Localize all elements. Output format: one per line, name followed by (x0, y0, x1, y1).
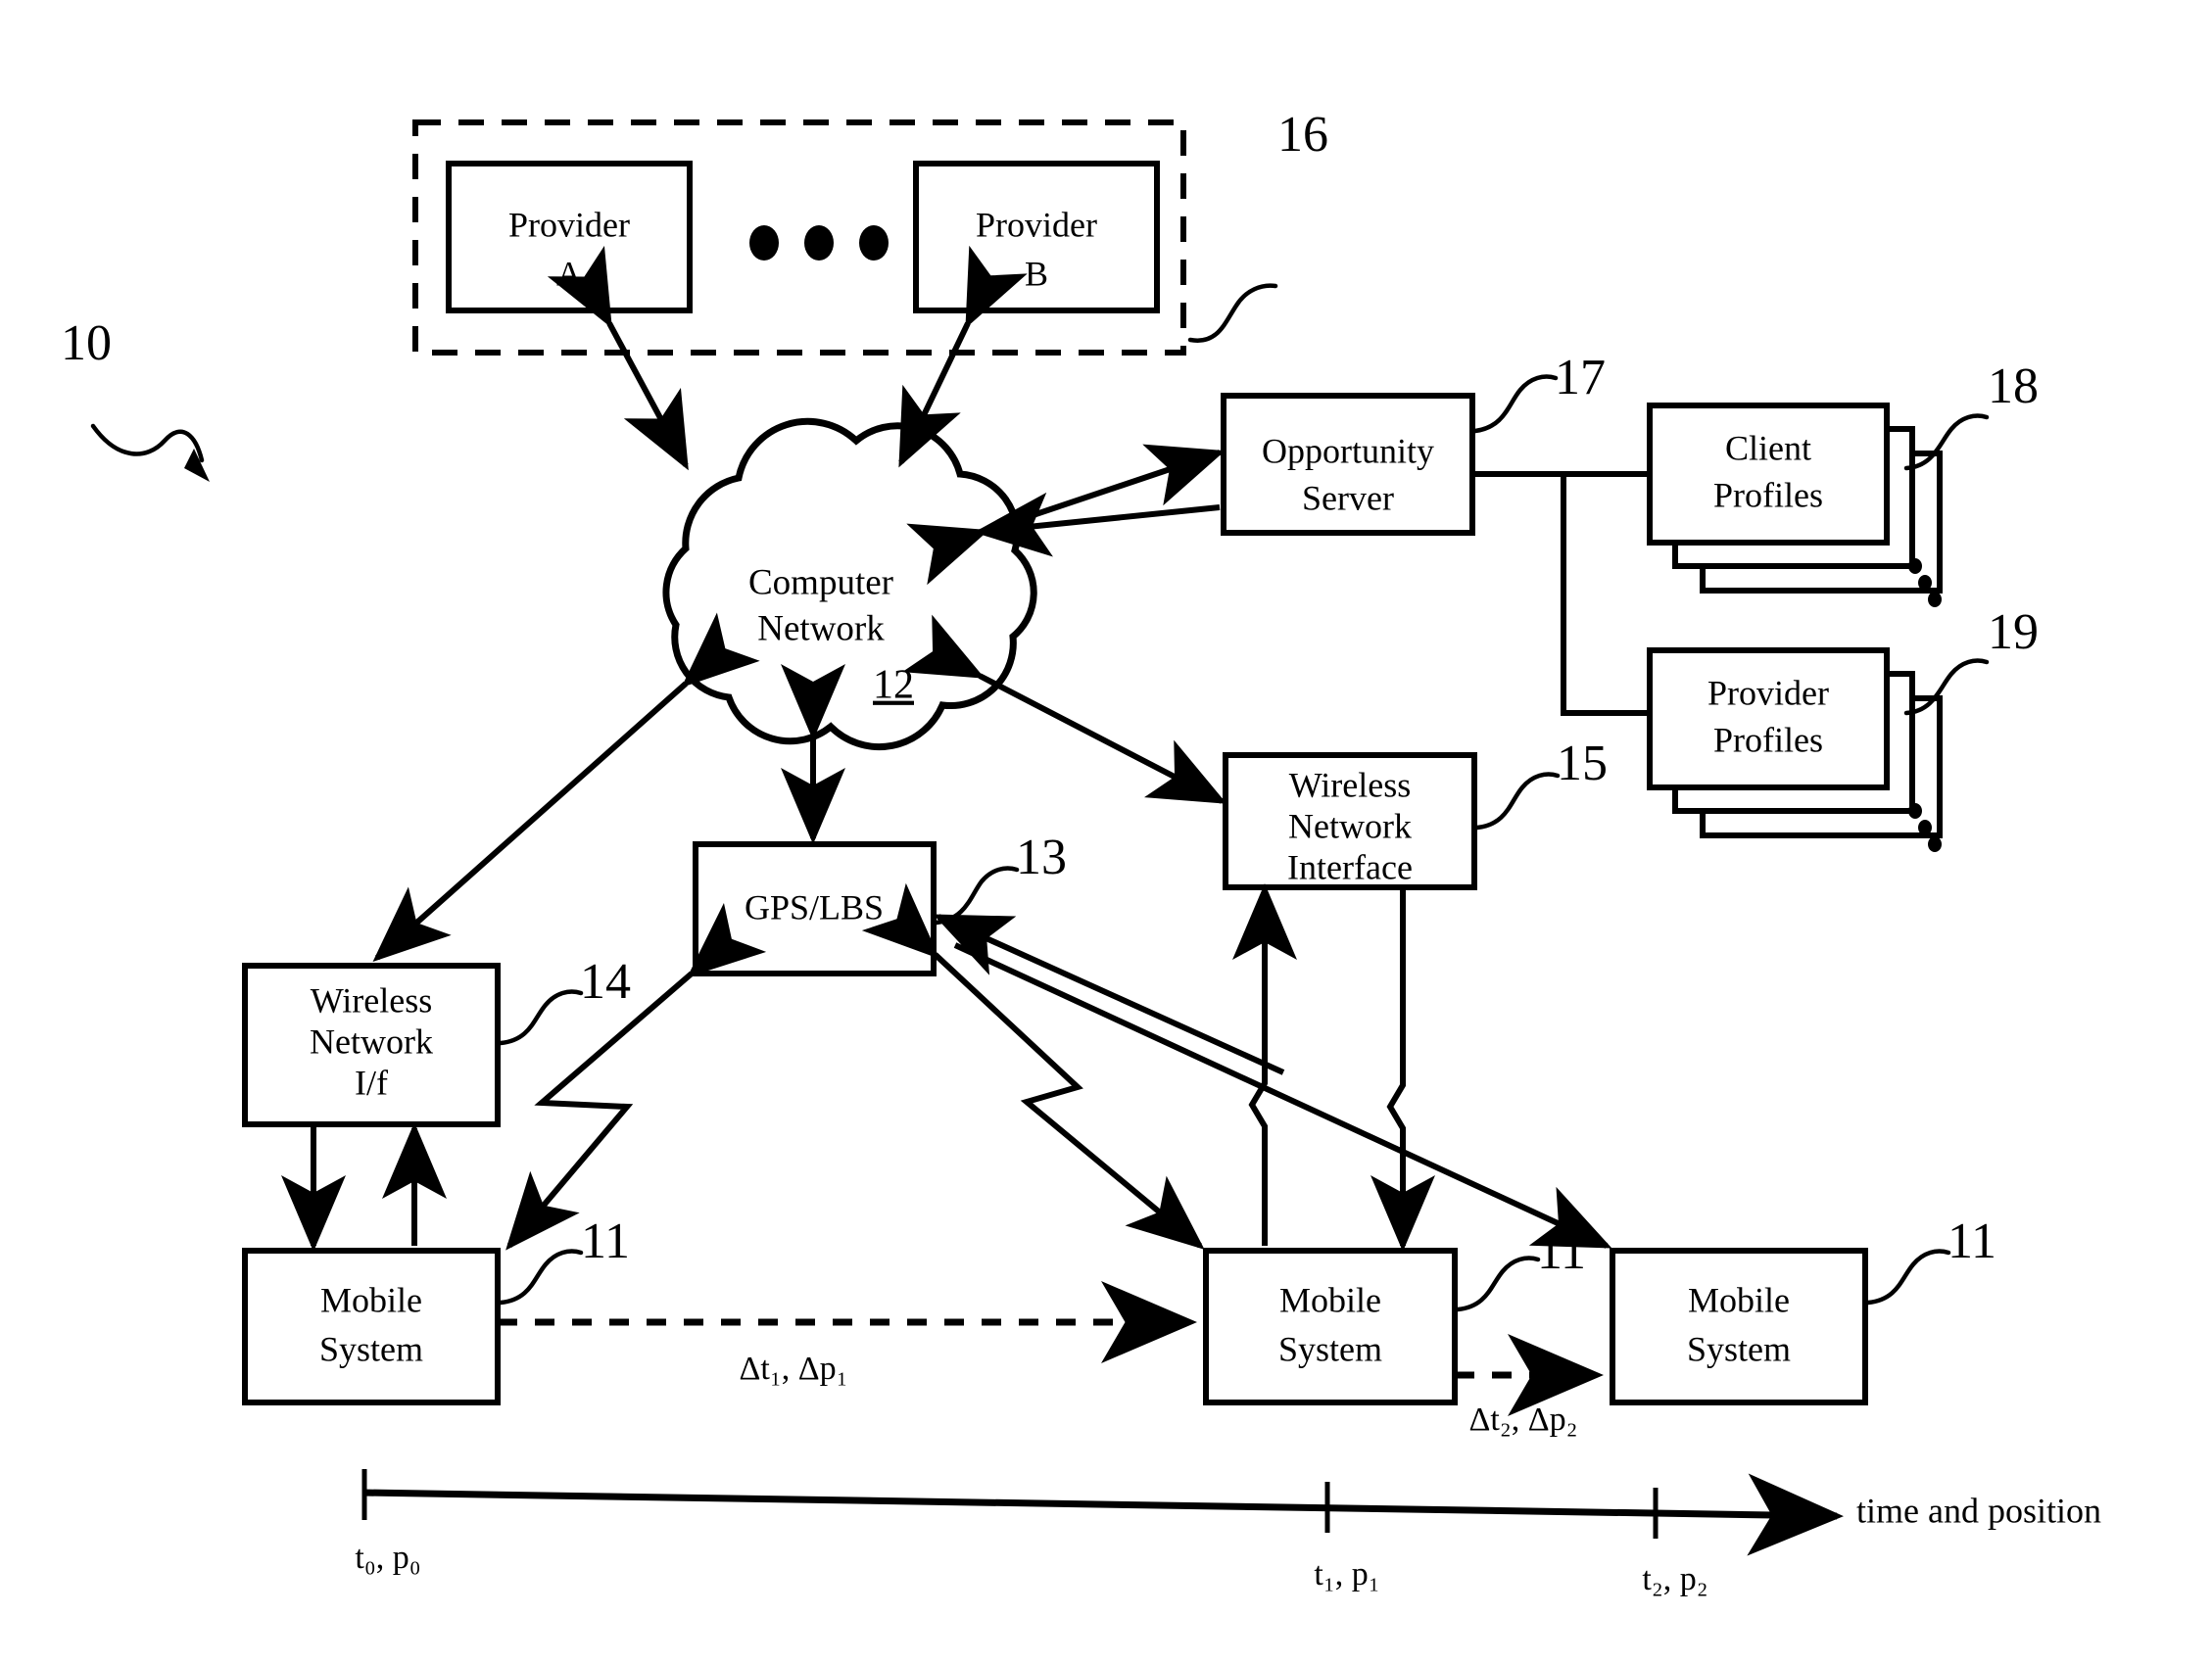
gps-lbs-box[interactable] (693, 841, 937, 976)
wireless-network-interface-box[interactable] (1223, 752, 1477, 890)
mobile-system-3-leader (1865, 1249, 1951, 1306)
mobile-system-box-3[interactable] (1610, 1248, 1868, 1405)
wireless-network-if-box[interactable] (242, 963, 501, 1127)
provider-profiles-stack[interactable] (1647, 647, 1943, 852)
arrow-mobile-2-to-gps-lbs (933, 914, 1285, 1075)
mobile-system-box-2[interactable] (1203, 1248, 1458, 1405)
arrow-wireless-interface-to-mobile-2 (1370, 889, 1435, 1252)
profiles-bus (1472, 471, 1650, 716)
arrow-mobile-2-to-wireless-interface (1232, 883, 1297, 1246)
provider-b-box[interactable] (913, 161, 1160, 313)
provider-ellipsis (749, 225, 889, 261)
wireless-network-interface-leader (1474, 772, 1561, 831)
opportunity-server-leader (1472, 374, 1559, 434)
computer-network-cloud[interactable] (662, 417, 1037, 751)
opportunity-server-box[interactable] (1221, 393, 1475, 536)
mobile-system-2-leader (1455, 1256, 1541, 1312)
figure-reference-10 (90, 423, 210, 482)
arrow-provider-a-network (547, 245, 689, 471)
arrow-network-wireless-if (372, 612, 760, 962)
figure-canvas: Mobile System 2 dashed transition --> Mo… (90, 119, 1990, 1556)
arrow-network-opportunity-server (906, 444, 1226, 586)
client-profiles-stack[interactable] (1647, 403, 1943, 607)
timeline-axis (361, 1469, 1844, 1556)
arrow-network-wireless-interface (901, 614, 1227, 804)
mobile-system-box-1[interactable] (242, 1248, 501, 1405)
provider-a-box[interactable] (446, 161, 693, 313)
patent-figure: Mobile System 2 dashed transition --> Mo… (0, 0, 2212, 1663)
gps-lbs-leader (934, 866, 1020, 926)
mobile-system-1-leader (498, 1249, 584, 1306)
wireless-network-if-leader (498, 989, 584, 1046)
